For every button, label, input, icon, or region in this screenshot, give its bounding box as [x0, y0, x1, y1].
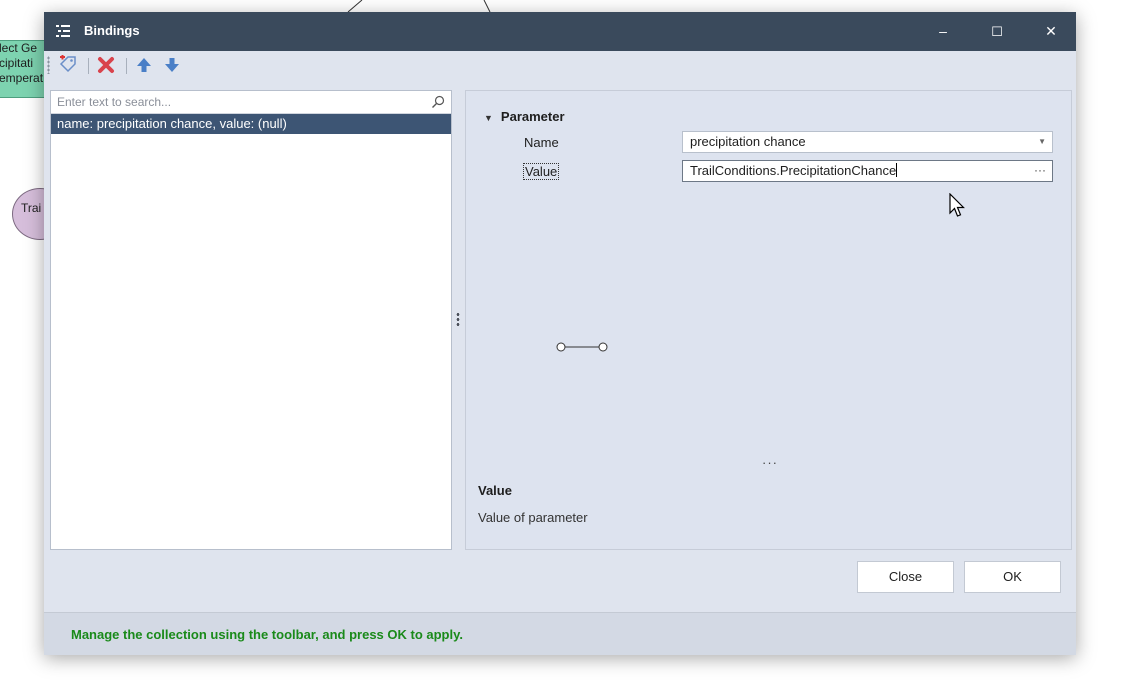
value-label: Value [522, 163, 560, 180]
toolbar [44, 51, 1076, 81]
value-ellipsis-button[interactable]: ··· [1034, 160, 1046, 180]
splitter-handle[interactable] [456, 312, 460, 328]
toolbar-grip[interactable] [47, 56, 50, 74]
close-button[interactable]: Close [857, 561, 954, 593]
search-box [51, 91, 451, 114]
search-icon[interactable] [431, 95, 445, 109]
delete-icon[interactable] [96, 55, 116, 75]
list-icon [56, 25, 70, 37]
move-down-icon[interactable] [162, 55, 182, 75]
value-field[interactable]: TrailConditions.PrecipitationChance ··· [682, 160, 1053, 182]
ok-button[interactable]: OK [964, 561, 1061, 593]
add-tag-icon[interactable] [58, 55, 78, 75]
name-combobox[interactable]: precipitation chance ▼ [682, 131, 1053, 153]
property-panel: ▼ Parameter Name precipitation chance ▼ V… [465, 90, 1072, 550]
close-window-button[interactable]: ✕ [1028, 12, 1074, 51]
section-title: Parameter [500, 109, 565, 124]
title-bar[interactable]: Bindings – ☐ ✕ [44, 12, 1076, 51]
bindings-dialog: Bindings – ☐ ✕ Enter text to search... n… [44, 12, 1076, 655]
oval-node-label: Trai [21, 201, 42, 215]
toolbar-separator [88, 58, 89, 74]
chevron-down-icon[interactable]: ▼ [484, 113, 493, 123]
search-input[interactable] [57, 93, 417, 111]
description-text: Value of parameter [478, 510, 588, 525]
maximize-button[interactable]: ☐ [974, 12, 1020, 51]
dropdown-arrow-icon[interactable]: ▼ [1038, 132, 1046, 152]
status-text: Manage the collection using the toolbar,… [71, 627, 463, 642]
name-value: precipitation chance [690, 134, 806, 149]
description-title: Value [478, 483, 512, 498]
section-header-parameter[interactable]: ▼ Parameter [484, 109, 565, 124]
move-up-icon[interactable] [134, 55, 154, 75]
dialog-title: Bindings [84, 23, 140, 38]
value-text: TrailConditions.PrecipitationChance [690, 163, 897, 178]
connector-icon [556, 342, 608, 352]
bindings-list-panel: name: precipitation chance, value: (null… [50, 90, 452, 550]
text-caret [896, 163, 898, 177]
list-item[interactable]: name: precipitation chance, value: (null… [51, 114, 451, 134]
status-bar: Manage the collection using the toolbar,… [44, 612, 1076, 655]
name-label: Name [524, 135, 559, 150]
toolbar-separator [126, 58, 127, 74]
description-resize-handle[interactable]: ··· [762, 455, 778, 470]
mouse-cursor-icon [949, 193, 965, 217]
minimize-button[interactable]: – [920, 12, 966, 51]
